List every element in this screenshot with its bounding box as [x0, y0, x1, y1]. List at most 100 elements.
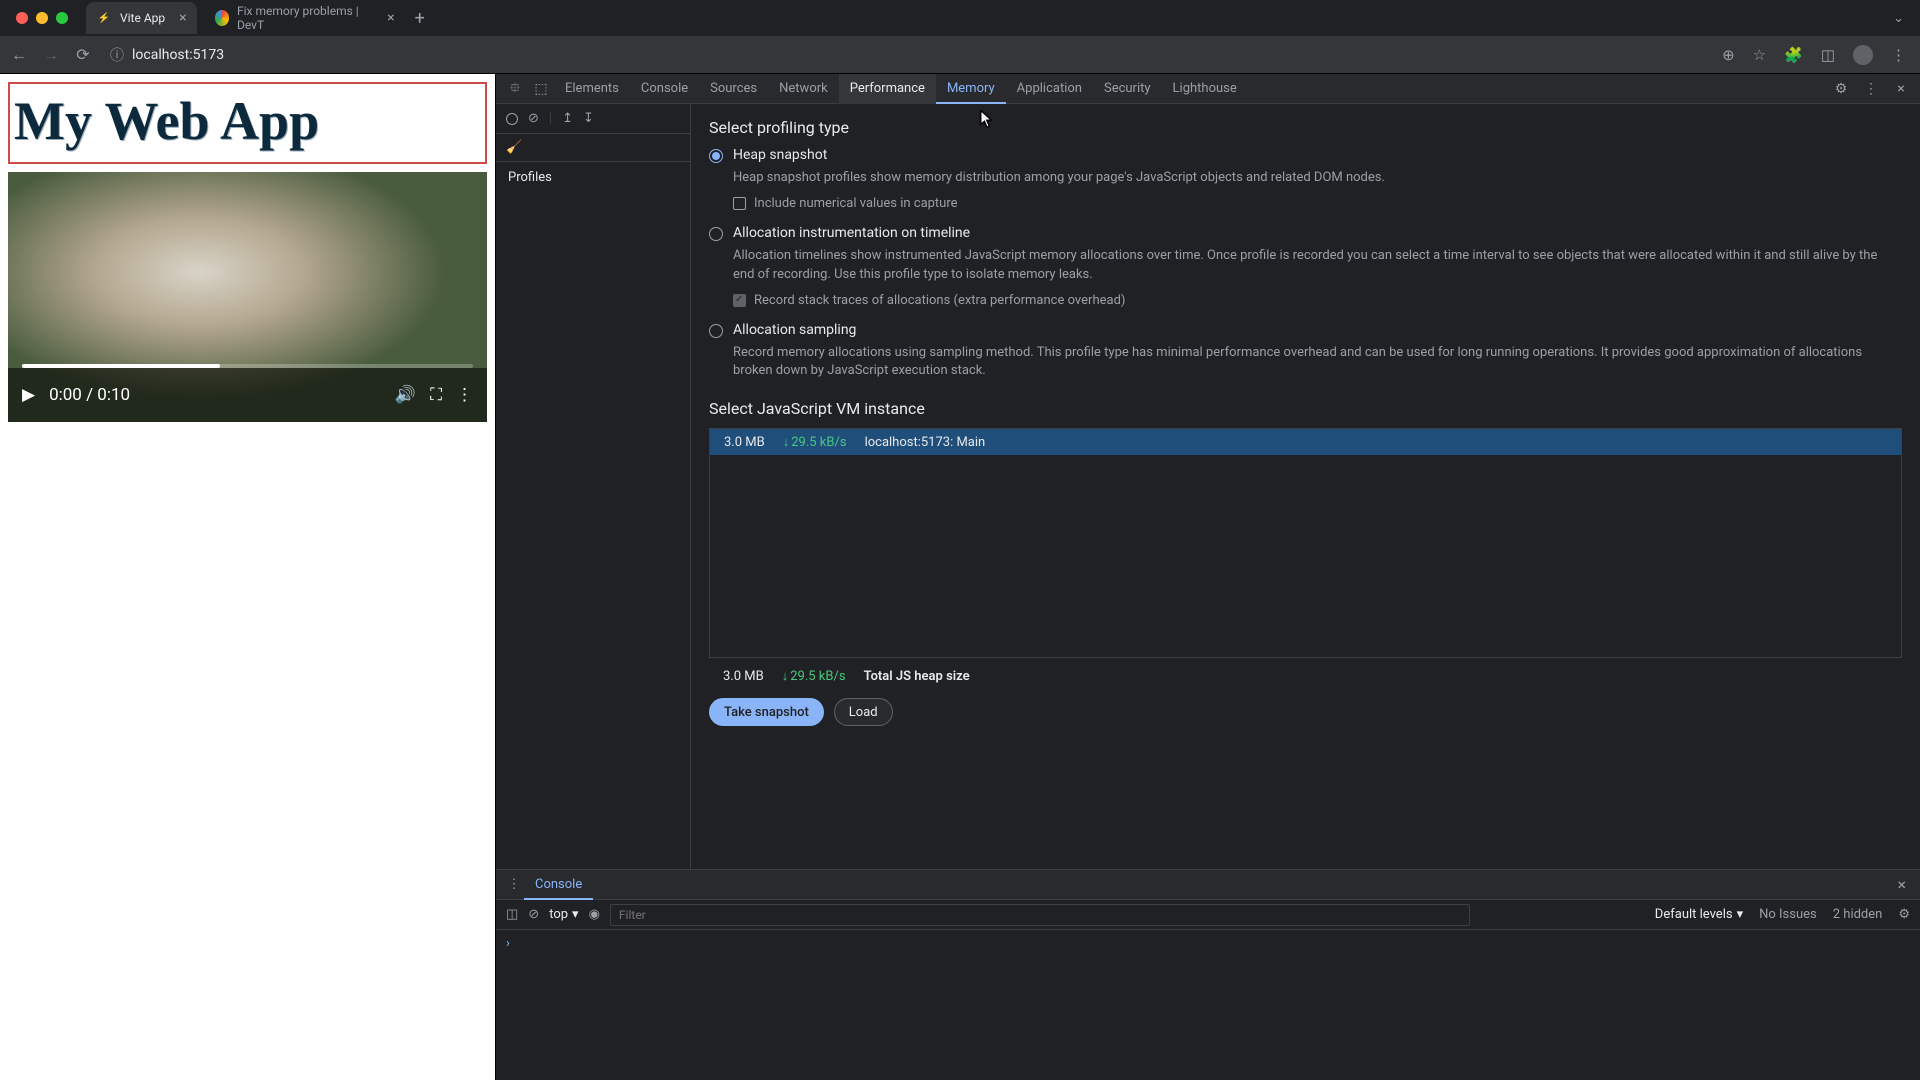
close-tab-icon[interactable]: ×	[387, 10, 394, 26]
profiles-header: Profiles	[496, 162, 690, 193]
radio-icon[interactable]	[709, 149, 723, 163]
chrome-favicon-icon	[215, 10, 229, 26]
profile-avatar-icon[interactable]	[1853, 45, 1873, 65]
reload-button[interactable]: ⟳	[72, 45, 94, 64]
tab-title: Vite App	[120, 11, 165, 25]
checkbox-label: Record stack traces of allocations (extr…	[754, 293, 1125, 308]
vite-favicon-icon: ⚡	[96, 10, 112, 26]
option-label: Allocation sampling	[733, 322, 856, 338]
tab-title: Fix memory problems | DevT	[237, 4, 373, 32]
tab-lighthouse[interactable]: Lighthouse	[1162, 74, 1248, 104]
video-time: 0:00 / 0:10	[49, 385, 130, 405]
vm-instance-row[interactable]: 3.0 MB 29.5 kB/s localhost:5173: Main	[710, 429, 1901, 455]
record-stack-traces-checkbox[interactable]: Record stack traces of allocations (extr…	[733, 293, 1902, 308]
memory-main: Select profiling type Heap snapshot Heap…	[691, 104, 1920, 869]
sidepanel-icon[interactable]: ◫	[1821, 46, 1835, 64]
device-toolbar-icon[interactable]: ⬚	[528, 81, 554, 97]
close-tab-icon[interactable]: ×	[179, 10, 186, 26]
live-expression-icon[interactable]: ◉	[589, 907, 600, 922]
console-settings-icon[interactable]: ⚙	[1898, 907, 1910, 922]
load-button[interactable]: Load	[834, 698, 893, 726]
devtools-menu-icon[interactable]: ⋮	[1858, 81, 1884, 97]
include-numerical-checkbox[interactable]: Include numerical values in capture	[733, 196, 1902, 211]
record-icon[interactable]	[506, 113, 518, 125]
forward-button[interactable]: →	[40, 45, 62, 65]
hidden-count[interactable]: 2 hidden	[1833, 907, 1883, 922]
video-menu-icon[interactable]: ⋮	[456, 385, 473, 405]
memory-toolbar-2: 🧹	[496, 134, 690, 162]
radio-icon[interactable]	[709, 324, 723, 338]
option-label: Allocation instrumentation on timeline	[733, 225, 970, 241]
console-prompt[interactable]	[506, 936, 1910, 951]
radio-icon[interactable]	[709, 227, 723, 241]
clear-console-icon[interactable]: ⊘	[528, 907, 539, 922]
vm-instance-list: 3.0 MB 29.5 kB/s localhost:5173: Main	[709, 428, 1902, 658]
option-label: Heap snapshot	[733, 147, 827, 163]
option-allocation-timeline[interactable]: Allocation instrumentation on timeline	[709, 225, 1902, 241]
heap-total-row: 3.0 MB 29.5 kB/s Total JS heap size	[709, 658, 1902, 698]
memory-sidebar: ⊘ | ↥ ↧ 🧹 Profiles	[496, 104, 691, 869]
context-selector[interactable]: top ▾	[549, 907, 578, 922]
back-button[interactable]: ←	[8, 45, 30, 65]
tab-performance[interactable]: Performance	[839, 74, 936, 104]
tab-memory[interactable]: Memory	[936, 74, 1006, 104]
option-heap-snapshot[interactable]: Heap snapshot	[709, 147, 1902, 163]
drawer-menu-icon[interactable]: ⋮	[504, 877, 524, 892]
devtools-settings-icon[interactable]: ⚙	[1828, 81, 1854, 97]
chevron-down-icon: ▾	[1737, 907, 1744, 922]
drawer-tab-console[interactable]: Console	[524, 870, 593, 900]
console-output[interactable]	[496, 930, 1920, 1080]
tab-elements[interactable]: Elements	[554, 74, 630, 104]
issues-link[interactable]: No Issues	[1759, 907, 1817, 922]
select-vm-heading: Select JavaScript VM instance	[709, 399, 1902, 418]
volume-icon[interactable]: 🔊	[395, 385, 416, 405]
gc-icon[interactable]: 🧹	[506, 140, 522, 155]
site-info-icon[interactable]: ⓘ	[110, 45, 124, 65]
tab-application[interactable]: Application	[1006, 74, 1093, 104]
tab-security[interactable]: Security	[1093, 74, 1162, 104]
browser-menu-icon[interactable]: ⋮	[1891, 46, 1906, 64]
checkbox-icon[interactable]	[733, 294, 746, 307]
fullscreen-icon[interactable]: ⛶	[430, 385, 442, 405]
tab-network[interactable]: Network	[768, 74, 839, 104]
browser-tab-inactive[interactable]: Fix memory problems | DevT ×	[205, 2, 405, 34]
context-label: top	[549, 907, 568, 922]
window-controls	[6, 12, 78, 24]
tab-sources[interactable]: Sources	[699, 74, 768, 104]
tab-console[interactable]: Console	[630, 74, 699, 104]
minimize-window-icon[interactable]	[36, 12, 48, 24]
take-snapshot-button[interactable]: Take snapshot	[709, 698, 824, 726]
vm-size: 3.0 MB	[724, 435, 765, 450]
console-drawer: ⋮ Console × ◫ ⊘ top ▾ ◉ Default levels ▾	[496, 869, 1920, 1080]
tab-overflow-icon[interactable]: ⌄	[1883, 11, 1914, 26]
clear-icon[interactable]: ⊘	[528, 111, 539, 126]
new-tab-button[interactable]: +	[405, 8, 435, 29]
url-text[interactable]: localhost:5173	[132, 47, 224, 63]
total-size: 3.0 MB	[723, 669, 764, 684]
play-icon[interactable]: ▶	[22, 385, 35, 405]
browser-tab-bar: ⚡ Vite App × Fix memory problems | DevT …	[0, 0, 1920, 36]
checkbox-icon[interactable]	[733, 197, 746, 210]
inspect-element-icon[interactable]: ⯐	[502, 77, 528, 101]
zoom-icon[interactable]: ⊕	[1722, 46, 1735, 64]
close-window-icon[interactable]	[16, 12, 28, 24]
option-allocation-sampling[interactable]: Allocation sampling	[709, 322, 1902, 338]
option-description: Heap snapshot profiles show memory distr…	[733, 169, 1893, 188]
browser-tab-active[interactable]: ⚡ Vite App ×	[86, 2, 197, 34]
maximize-window-icon[interactable]	[56, 12, 68, 24]
download-icon[interactable]: ↧	[583, 111, 594, 126]
console-filter-input[interactable]	[610, 904, 1470, 926]
vm-name: localhost:5173: Main	[865, 435, 986, 450]
upload-icon[interactable]: ↥	[562, 111, 573, 126]
extensions-icon[interactable]: 🧩	[1784, 46, 1803, 64]
devtools-close-icon[interactable]: ×	[1888, 81, 1914, 97]
select-profiling-type-heading: Select profiling type	[709, 118, 1902, 137]
drawer-close-icon[interactable]: ×	[1891, 875, 1912, 894]
bookmark-icon[interactable]: ☆	[1753, 46, 1766, 64]
console-sidebar-toggle-icon[interactable]: ◫	[506, 907, 518, 922]
video-player[interactable]: ▶ 0:00 / 0:10 🔊 ⛶ ⋮	[8, 172, 487, 422]
page-hero: My Web App	[8, 82, 487, 164]
drawer-tabbar: ⋮ Console ×	[496, 870, 1920, 900]
page-viewport: My Web App ▶ 0:00 / 0:10 🔊 ⛶ ⋮	[0, 74, 495, 1080]
log-levels-selector[interactable]: Default levels ▾	[1655, 907, 1743, 922]
